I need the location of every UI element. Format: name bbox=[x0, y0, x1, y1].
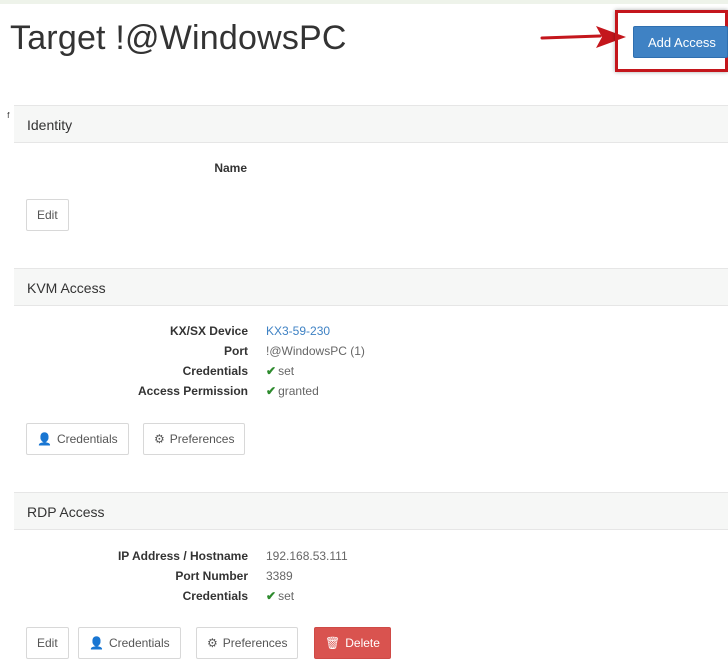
kvm-preferences-button[interactable]: ⚙ Preferences bbox=[143, 423, 246, 455]
rdp-ip-label: IP Address / Hostname bbox=[117, 549, 248, 563]
identity-edit-button[interactable]: Edit bbox=[26, 199, 69, 231]
rdp-credentials-value: ✔ set bbox=[266, 589, 294, 603]
rdp-edit-button-label: Edit bbox=[37, 636, 58, 650]
kvm-credentials-button-label: Credentials bbox=[56, 432, 118, 446]
identity-heading: Identity bbox=[27, 117, 73, 133]
rdp-edit-button[interactable]: Edit bbox=[26, 627, 69, 659]
kvm-port-label: Port bbox=[224, 344, 248, 358]
rdp-ip-value: 192.168.53.111 bbox=[266, 549, 348, 563]
kvm-permission-label: Access Permission bbox=[137, 384, 248, 398]
collapse-icon[interactable]: ᶠ bbox=[7, 110, 10, 124]
check-icon: ✔ bbox=[266, 589, 277, 603]
kvm-heading: KVM Access bbox=[27, 280, 106, 296]
rdp-port-value: 3389 bbox=[266, 569, 293, 583]
kvm-credentials-button[interactable]: 👤 Credentials bbox=[26, 423, 129, 455]
trash-icon: 🗑 bbox=[325, 636, 341, 650]
rdp-credentials-label: Credentials bbox=[182, 589, 248, 603]
rdp-credentials-button[interactable]: 👤 Credentials bbox=[78, 627, 181, 659]
page-title: Target !@WindowsPC bbox=[10, 19, 347, 57]
user-icon: 👤 bbox=[37, 432, 52, 446]
gear-icon: ⚙ bbox=[154, 432, 165, 446]
check-icon: ✔ bbox=[266, 364, 277, 378]
rdp-delete-button[interactable]: 🗑 Delete bbox=[314, 627, 391, 659]
kvm-credentials-value: ✔ set bbox=[266, 364, 294, 378]
kvm-device-link[interactable]: KX3-59-230 bbox=[266, 324, 330, 338]
rdp-panel-header: RDP Access bbox=[14, 492, 728, 530]
kvm-credentials-text: set bbox=[278, 364, 295, 378]
rdp-credentials-text: set bbox=[278, 589, 295, 603]
kvm-permission-text: granted bbox=[278, 384, 319, 398]
rdp-delete-button-label: Delete bbox=[345, 636, 380, 650]
rdp-preferences-button[interactable]: ⚙ Preferences bbox=[196, 627, 299, 659]
kvm-device-label: KX/SX Device bbox=[169, 324, 248, 338]
top-divider bbox=[0, 0, 728, 4]
kvm-permission-value: ✔ granted bbox=[266, 384, 319, 398]
rdp-heading: RDP Access bbox=[27, 504, 105, 520]
name-label: Name bbox=[214, 161, 247, 175]
rdp-port-label: Port Number bbox=[175, 569, 248, 583]
gear-icon: ⚙ bbox=[207, 636, 218, 650]
check-icon: ✔ bbox=[266, 384, 277, 398]
kvm-credentials-label: Credentials bbox=[182, 364, 248, 378]
identity-edit-label: Edit bbox=[37, 208, 58, 222]
kvm-panel-header: KVM Access bbox=[14, 268, 728, 306]
add-access-button[interactable]: Add Access bbox=[633, 26, 728, 58]
kvm-preferences-button-label: Preferences bbox=[169, 432, 235, 446]
rdp-credentials-button-label: Credentials bbox=[108, 636, 170, 650]
identity-panel-header: Identity bbox=[14, 105, 728, 143]
user-icon: 👤 bbox=[89, 636, 104, 650]
rdp-preferences-button-label: Preferences bbox=[222, 636, 288, 650]
kvm-port-value: !@WindowsPC (1) bbox=[266, 344, 365, 358]
